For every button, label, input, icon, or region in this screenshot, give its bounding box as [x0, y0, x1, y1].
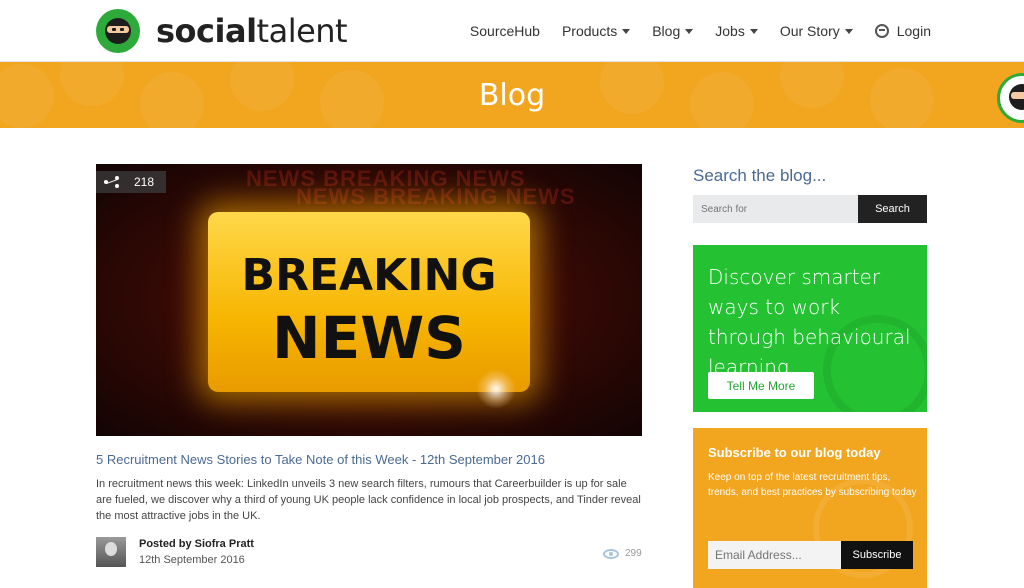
site-logo[interactable]: socialtalent [96, 9, 348, 53]
view-count: 299 [603, 548, 642, 559]
ninja-logo-icon [96, 9, 140, 53]
login-icon [874, 24, 889, 38]
post-excerpt: In recruitment news this week: LinkedIn … [96, 478, 641, 522]
nav-our-story[interactable]: Our Story [780, 23, 853, 39]
search-button[interactable]: Search [858, 195, 927, 223]
site-header: socialtalent SourceHub Products Blog Job… [0, 0, 1024, 62]
promo-card: Discover smarter ways to work through be… [693, 245, 927, 412]
avatar [96, 537, 126, 567]
post-date: 12th September 2016 [139, 554, 245, 566]
subscribe-title: Subscribe to our blog today [708, 445, 881, 460]
subscribe-button[interactable]: Subscribe [841, 541, 913, 569]
page-banner: Blog [0, 62, 1024, 128]
subscribe-card: Subscribe to our blog today Keep on top … [693, 428, 927, 588]
chevron-down-icon [622, 28, 631, 34]
chevron-down-icon [749, 28, 758, 34]
logo-wordmark: socialtalent [156, 12, 348, 50]
chevron-down-icon [685, 28, 694, 34]
share-count-badge[interactable]: 218 [96, 171, 166, 193]
eye-icon [603, 548, 619, 559]
chevron-down-icon [844, 28, 853, 34]
promo-text: Discover smarter ways to work through be… [708, 265, 911, 379]
email-field[interactable] [708, 541, 841, 569]
post-title-link[interactable]: 5 Recruitment News Stories to Take Note … [96, 452, 642, 467]
search-input[interactable] [693, 195, 858, 223]
share-icon [104, 176, 120, 188]
breaking-news-sign: BREAKING NEWS [208, 212, 530, 392]
page-title: Blog [478, 78, 546, 113]
nav-blog[interactable]: Blog [652, 23, 694, 39]
post-hero-image[interactable]: NEWS BREAKING NEWS NEWS BREAKING NEWS BR… [96, 164, 642, 436]
main-nav: SourceHub Products Blog Jobs Our Story L… [448, 0, 931, 62]
nav-sourcehub[interactable]: SourceHub [470, 23, 540, 39]
search-heading: Search the blog... [693, 166, 827, 185]
nav-products[interactable]: Products [562, 23, 631, 39]
subscribe-description: Keep on top of the latest recruitment ti… [708, 472, 917, 498]
nav-jobs[interactable]: Jobs [715, 23, 758, 39]
tell-me-more-button[interactable]: Tell Me More [708, 372, 814, 399]
post-author: Posted by Siofra Pratt [139, 538, 254, 550]
nav-login[interactable]: Login [874, 23, 931, 39]
